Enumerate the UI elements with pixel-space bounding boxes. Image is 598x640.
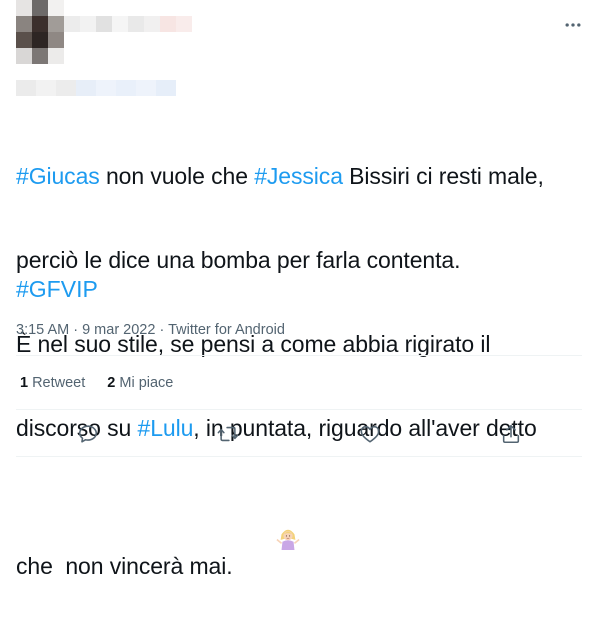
more-icon[interactable] [562,14,584,36]
hashtags-line: #GFVIP [16,275,98,303]
avatar-pixel [48,0,64,16]
retweets-label: Retweet [32,375,86,391]
name-pixel [112,16,128,32]
retweets-stat[interactable]: 1 Retweet [20,374,85,392]
handle-pixel [56,80,76,96]
author-name-redacted[interactable] [64,16,192,32]
tweet-text-segment: non vuole che [99,163,255,189]
tweet-text-segment: che non vincerà mai. [16,553,233,579]
likes-count: 2 [107,375,116,391]
tweet-meta: 3:15 AM · 9 mar 2022 · Twitter for Andro… [16,321,285,339]
tweet-line-1: #Giucas non vuole che #Jessica Bissiri c… [16,162,576,190]
retweet-icon [217,423,239,445]
tweet-stats: 1 Retweet 2 Mi piace [20,374,173,392]
name-pixel [160,16,176,32]
tweet: #Giucas non vuole che #Jessica Bissiri c… [0,0,598,579]
share-button[interactable] [499,422,523,446]
name-pixel [64,16,80,32]
handle-pixel [76,80,96,96]
handle-pixel [136,80,156,96]
tweet-source[interactable]: Twitter for Android [168,322,285,338]
avatar-pixel [32,0,48,16]
divider [16,409,582,410]
name-pixel [128,16,144,32]
hashtag-link[interactable]: #Giucas [16,163,100,189]
reply-button[interactable] [76,422,100,446]
hashtag-link[interactable]: #Jessica [254,163,343,189]
tweet-text: #Giucas non vuole che #Jessica Bissiri c… [16,106,576,640]
divider [16,355,582,356]
share-icon [500,423,522,445]
avatar[interactable] [16,0,64,64]
retweet-button[interactable] [216,422,240,446]
avatar-pixel [48,48,64,64]
avatar-pixel [16,48,32,64]
action-bar [16,414,582,454]
handle-pixel [116,80,136,96]
avatar-pixel [16,32,32,48]
avatar-pixel [16,0,32,16]
like-icon [359,423,381,445]
name-pixel [80,16,96,32]
tweet-line-2: perciò le dice una bomba per farla conte… [16,247,461,273]
retweets-count: 1 [20,375,29,391]
person-shrugging-emoji-icon [239,498,301,584]
tweet-line-5: che non vincerà mai. [16,498,576,584]
avatar-pixel [16,16,32,32]
likes-label: Mi piace [119,375,174,391]
reply-icon [77,423,99,445]
avatar-pixel [48,32,64,48]
name-pixel [144,16,160,32]
name-pixel [176,16,192,32]
avatar-pixel [32,16,48,32]
timestamp[interactable]: 3:15 AM · 9 mar 2022 · [16,322,168,338]
avatar-pixel [48,16,64,32]
handle-pixel [16,80,36,96]
avatar-pixel [32,32,48,48]
likes-stat[interactable]: 2 Mi piace [107,374,173,392]
author-handle-redacted[interactable] [16,80,176,96]
like-button[interactable] [358,422,382,446]
avatar-pixel [32,48,48,64]
handle-pixel [36,80,56,96]
handle-pixel [156,80,176,96]
hashtag-link[interactable]: #GFVIP [16,276,98,302]
handle-pixel [96,80,116,96]
tweet-text-segment: Bissiri ci resti male, [342,163,544,189]
name-pixel [96,16,112,32]
